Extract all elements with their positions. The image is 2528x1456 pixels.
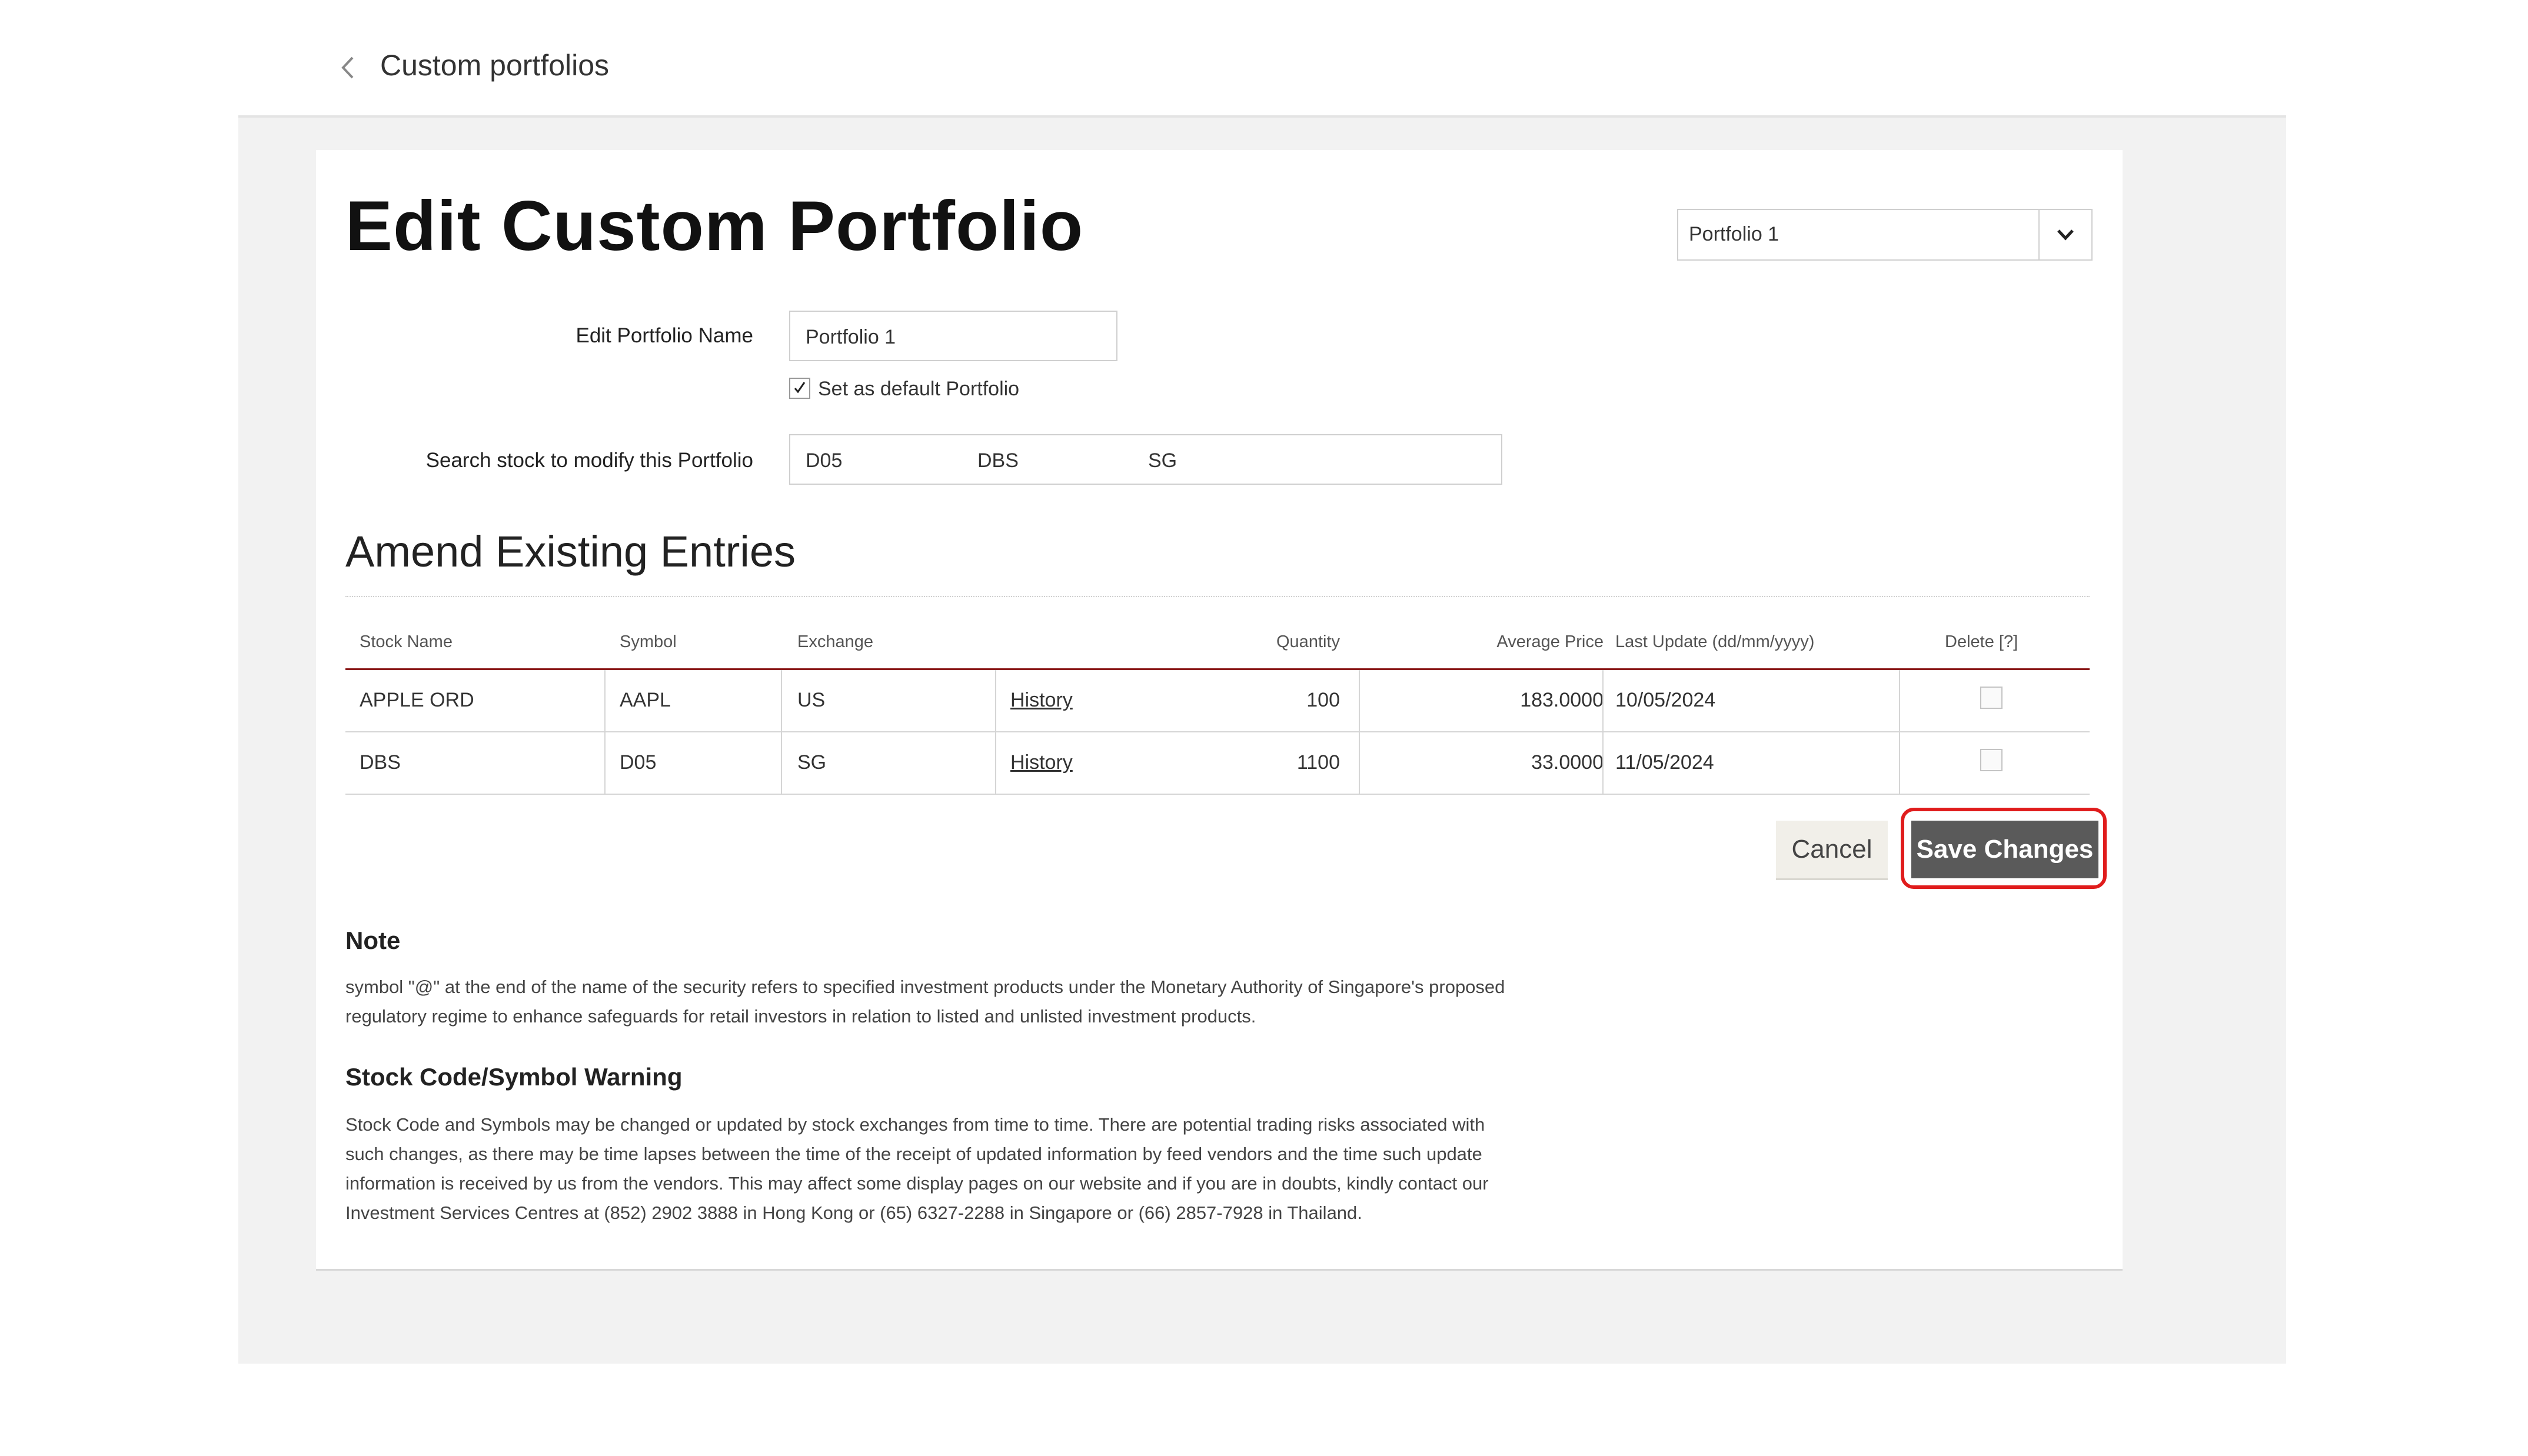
stock-name: APPLE ORD xyxy=(360,689,474,711)
header-stock-name: Stock Name xyxy=(360,632,453,651)
search-stock-input[interactable]: D05 DBS SG xyxy=(789,434,1502,485)
section-divider xyxy=(345,596,2090,597)
quantity: 100 xyxy=(1306,689,1340,711)
table-row: APPLE ORD AAPL US History 100 183.0000 1… xyxy=(345,670,2090,732)
table-row: DBS D05 SG History 1100 33.0000 11/05/20… xyxy=(345,732,2090,795)
search-token-name: DBS xyxy=(977,449,1019,472)
note-heading: Note xyxy=(345,927,401,954)
symbol: AAPL xyxy=(620,689,671,711)
dropdown-button[interactable] xyxy=(2038,210,2091,259)
save-changes-button[interactable]: Save Changes xyxy=(1911,821,2098,878)
warning-text: Stock Code and Symbols may be changed or… xyxy=(345,1114,1489,1223)
exchange: SG xyxy=(797,751,827,774)
portfolio-select[interactable]: Portfolio 1 xyxy=(1677,209,2093,261)
header-exchange: Exchange xyxy=(797,632,873,651)
note-text: symbol "@" at the end of the name of the… xyxy=(345,977,1505,1027)
header-delete[interactable]: Delete [?] xyxy=(1945,632,2018,652)
portfolio-name-input[interactable]: Portfolio 1 xyxy=(789,311,1117,361)
search-token-code: D05 xyxy=(806,449,843,472)
header-symbol: Symbol xyxy=(620,632,677,651)
average-price: 183.0000 xyxy=(1520,689,1604,711)
chevron-down-icon xyxy=(2057,229,2074,241)
search-token-exchange: SG xyxy=(1148,449,1177,472)
edit-portfolio-card: Edit Custom Portfolio Portfolio 1 Edit P… xyxy=(316,150,2123,1271)
history-link[interactable]: History xyxy=(1010,689,1073,712)
delete-checkbox[interactable] xyxy=(1980,687,2003,709)
average-price: 33.0000 xyxy=(1531,751,1604,774)
default-portfolio-checkbox[interactable] xyxy=(789,378,810,399)
last-update: 10/05/2024 xyxy=(1615,689,1716,711)
warning-heading: Stock Code/Symbol Warning xyxy=(345,1063,683,1091)
quantity: 1100 xyxy=(1296,751,1340,774)
portfolio-name-value: Portfolio 1 xyxy=(806,326,896,348)
breadcrumb-title[interactable]: Custom portfolios xyxy=(380,48,609,82)
symbol: D05 xyxy=(620,751,657,774)
header-average-price: Average Price xyxy=(1496,632,1604,651)
default-portfolio-label: Set as default Portfolio xyxy=(818,378,1020,400)
header-quantity: Quantity xyxy=(1276,632,1340,651)
portfolio-name-label: Edit Portfolio Name xyxy=(576,324,753,347)
stock-name: DBS xyxy=(360,751,401,774)
last-update: 11/05/2024 xyxy=(1615,751,1714,774)
top-bar: Custom portfolios xyxy=(0,0,2528,118)
checkmark-icon xyxy=(794,382,806,394)
cancel-button[interactable]: Cancel xyxy=(1776,821,1888,880)
section-title: Amend Existing Entries xyxy=(345,527,796,576)
chevron-left-icon[interactable] xyxy=(337,53,358,82)
history-link[interactable]: History xyxy=(1010,751,1073,774)
delete-checkbox[interactable] xyxy=(1980,749,2003,771)
header-last-update: Last Update (dd/mm/yyyy) xyxy=(1615,632,1815,651)
exchange: US xyxy=(797,689,826,711)
search-stock-label: Search stock to modify this Portfolio xyxy=(425,449,753,472)
portfolio-select-value: Portfolio 1 xyxy=(1689,223,1779,245)
page-title: Edit Custom Portfolio xyxy=(345,186,1084,265)
